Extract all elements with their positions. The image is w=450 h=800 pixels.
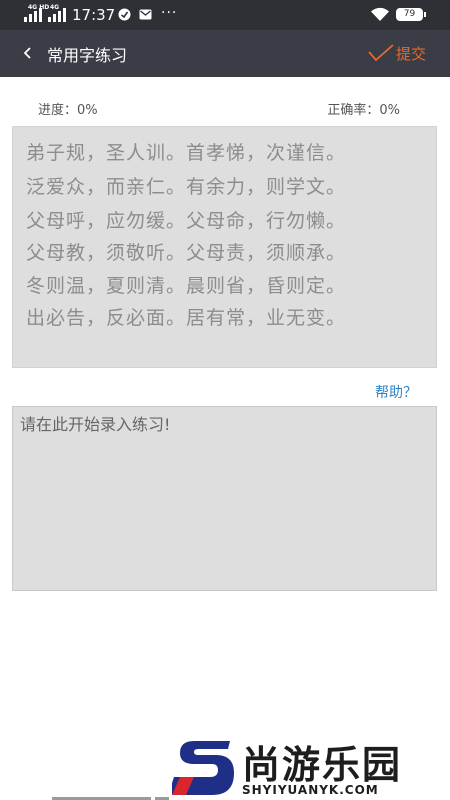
reference-line: 弟子规，圣人训。首孝悌，次谨信。	[26, 142, 347, 164]
title-bar: 常用字练习 提交	[0, 30, 450, 77]
more-notifications-icon: ···	[161, 5, 178, 21]
reference-line: 父母呼，应勿缓。父母命，行勿懒。	[26, 210, 347, 232]
reference-text-panel: 弟子规，圣人训。首孝悌，次谨信。 泛爱众，而亲仁。有余力，则学文。 父母呼，应勿…	[12, 126, 437, 368]
watermark-url: SHYIYUANYK.COM	[242, 783, 379, 797]
signal-icon-2	[48, 8, 70, 22]
page-title: 常用字练习	[47, 46, 128, 65]
submit-label: 提交	[396, 45, 427, 63]
watermark-text: 尚游乐园	[242, 743, 403, 787]
reference-line: 泛爱众，而亲仁。有余力，则学文。	[26, 176, 347, 198]
status-bar: 4G HD 4G 17:37 ··· 79	[0, 0, 450, 30]
site-logo-icon	[172, 741, 234, 795]
watermark-logo: 尚游乐园 SHYIYUANYK.COM	[170, 737, 450, 800]
help-link[interactable]: 帮助？	[375, 382, 417, 402]
input-placeholder: 请在此开始录入练习!	[20, 415, 171, 434]
practice-input[interactable]: 请在此开始录入练习!	[12, 406, 437, 591]
submit-button[interactable]: 提交	[368, 40, 434, 68]
reference-line: 出必告，反必面。居有常，业无变。	[26, 307, 347, 329]
back-arrow-icon[interactable]	[18, 42, 38, 64]
reference-line: 冬则温，夏则清。晨则省，昏则定。	[26, 275, 347, 297]
signal-icon	[24, 8, 46, 22]
app-notification-icon	[118, 8, 131, 21]
checkmark-icon	[368, 44, 394, 62]
battery-icon: 79	[396, 8, 426, 21]
wifi-icon	[371, 7, 389, 21]
accuracy-indicator: 正确率：0%	[327, 103, 400, 118]
clock: 17:37	[72, 6, 116, 24]
progress-indicator: 进度：0%	[38, 103, 98, 118]
mail-icon	[139, 9, 152, 20]
reference-line: 父母教，须敬听。父母责，须顺承。	[26, 242, 347, 264]
